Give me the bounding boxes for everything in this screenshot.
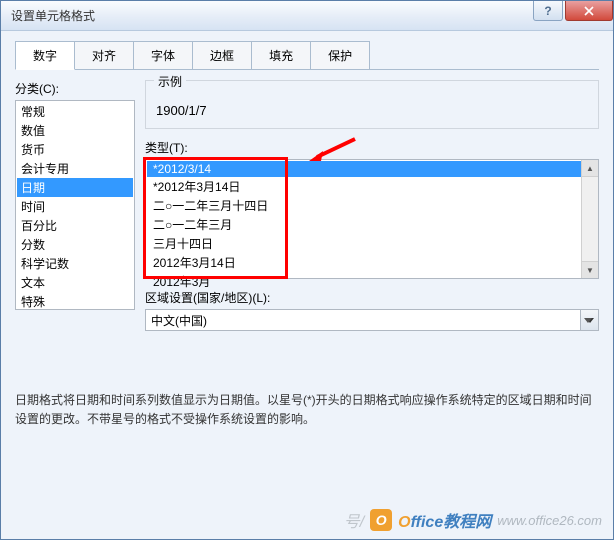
titlebar[interactable]: 设置单元格格式 ? (1, 1, 613, 31)
sample-value: 1900/1/7 (156, 103, 588, 118)
tab-alignment[interactable]: 对齐 (74, 41, 134, 70)
tab-font[interactable]: 字体 (133, 41, 193, 70)
category-item[interactable]: 货币 (17, 140, 133, 159)
footer-url: www.office26.com (497, 513, 602, 528)
type-item[interactable]: 二○一二年三月十四日 (147, 196, 597, 215)
type-list-wrap: *2012/3/14 *2012年3月14日 二○一二年三月十四日 二○一二年三… (145, 159, 599, 279)
type-list[interactable]: *2012/3/14 *2012年3月14日 二○一二年三月十四日 二○一二年三… (145, 159, 599, 279)
footer-prefix: 号/ (344, 508, 364, 532)
left-column: 分类(C): 常规 数值 货币 会计专用 日期 时间 百分比 分数 科学记数 文… (15, 80, 135, 331)
category-item-date[interactable]: 日期 (17, 178, 133, 197)
category-item[interactable]: 分数 (17, 235, 133, 254)
title-controls: ? (533, 1, 613, 21)
category-label: 分类(C): (15, 80, 135, 97)
type-item[interactable]: 三月十四日 (147, 234, 597, 253)
tab-protection[interactable]: 保护 (310, 41, 370, 70)
window-title: 设置单元格格式 (11, 7, 609, 24)
tab-number[interactable]: 数字 (15, 41, 75, 70)
type-item[interactable]: 二○一二年三月 (147, 215, 597, 234)
type-label: 类型(T): (145, 139, 599, 156)
tab-border[interactable]: 边框 (192, 41, 252, 70)
category-item[interactable]: 百分比 (17, 216, 133, 235)
sample-group: 示例 1900/1/7 (145, 80, 599, 129)
close-button[interactable] (565, 1, 613, 21)
scroll-down-icon[interactable]: ▼ (582, 261, 598, 278)
locale-select[interactable]: 中文(中国) (145, 309, 599, 331)
close-icon (584, 6, 594, 16)
type-item[interactable]: *2012/3/14 (147, 161, 597, 177)
category-item[interactable]: 会计专用 (17, 159, 133, 178)
dropdown-button[interactable] (580, 310, 598, 330)
scroll-up-icon[interactable]: ▲ (582, 160, 598, 177)
type-item[interactable]: *2012年3月14日 (147, 177, 597, 196)
type-item[interactable]: 2012年3月 (147, 272, 597, 291)
category-item[interactable]: 特殊 (17, 292, 133, 310)
category-item[interactable]: 文本 (17, 273, 133, 292)
footer-brand: Office教程网 (398, 508, 491, 532)
right-column: 示例 1900/1/7 类型(T): *2012/3/14 *2012年3月14… (145, 80, 599, 331)
dialog-window: 设置单元格格式 ? 数字 对齐 字体 边框 填充 保护 分类(C): 常规 数值… (0, 0, 614, 540)
category-list[interactable]: 常规 数值 货币 会计专用 日期 时间 百分比 分数 科学记数 文本 特殊 自定… (15, 100, 135, 310)
locale-value: 中文(中国) (151, 314, 207, 328)
tab-fill[interactable]: 填充 (251, 41, 311, 70)
category-item[interactable]: 科学记数 (17, 254, 133, 273)
sample-label: 示例 (154, 73, 186, 90)
help-button[interactable]: ? (533, 1, 563, 21)
locale-group: 区域设置(国家/地区)(L): 中文(中国) (145, 289, 599, 331)
footer-watermark: 号/ O Office教程网 www.office26.com (344, 508, 602, 532)
body-row: 分类(C): 常规 数值 货币 会计专用 日期 时间 百分比 分数 科学记数 文… (15, 80, 599, 331)
description-text: 日期格式将日期和时间系列数值显示为日期值。以星号(*)开头的日期格式响应操作系统… (15, 391, 599, 429)
category-item[interactable]: 数值 (17, 121, 133, 140)
footer-logo-icon: O (370, 509, 392, 531)
category-item[interactable]: 常规 (17, 102, 133, 121)
category-item[interactable]: 时间 (17, 197, 133, 216)
tab-bar: 数字 对齐 字体 边框 填充 保护 (15, 41, 599, 70)
locale-label: 区域设置(国家/地区)(L): (145, 289, 599, 306)
dialog-content: 数字 对齐 字体 边框 填充 保护 分类(C): 常规 数值 货币 会计专用 日… (1, 31, 613, 439)
type-item[interactable]: 2012年3月14日 (147, 253, 597, 272)
type-scrollbar[interactable]: ▲ ▼ (581, 160, 598, 278)
